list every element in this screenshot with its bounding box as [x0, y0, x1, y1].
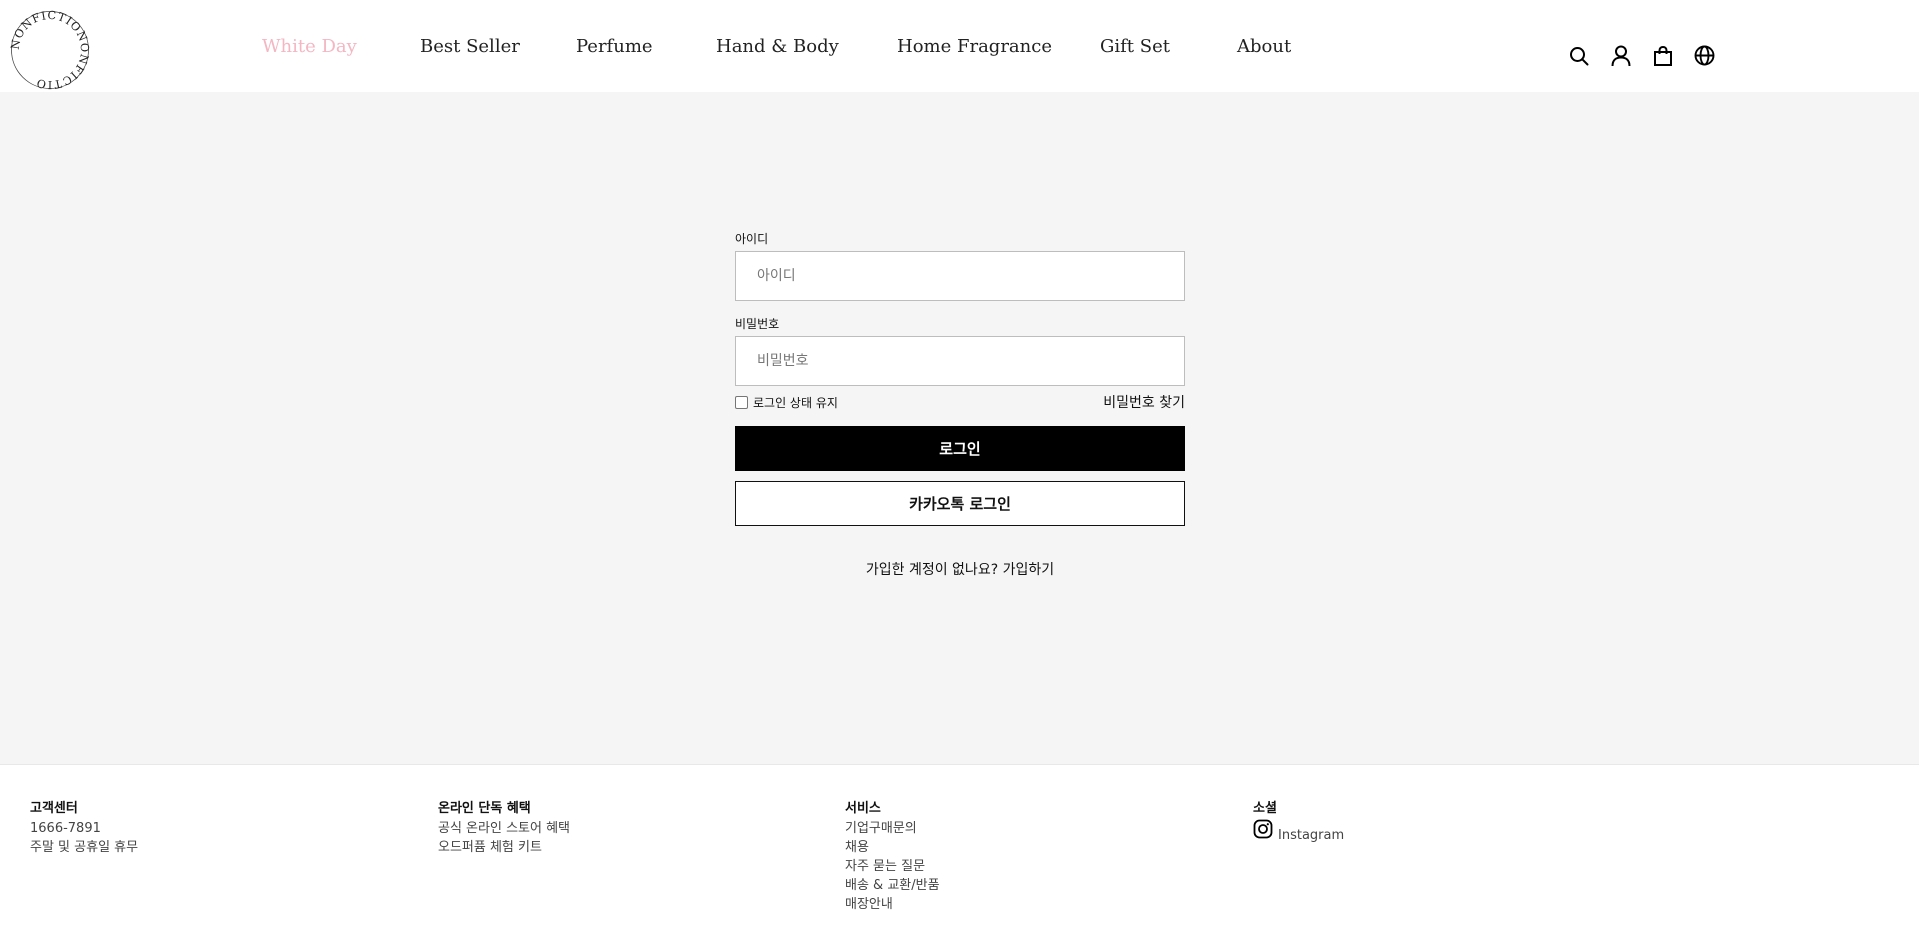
customer-center-hours: 주말 및 공휴일 휴무 — [30, 840, 139, 855]
password-label: 비밀번호 — [735, 317, 780, 331]
signup-link[interactable]: 가입한 계정이 없나요? 가입하기 — [735, 559, 1185, 579]
find-password-link[interactable]: 비밀번호 찾기 — [1103, 392, 1185, 412]
footer-online-benefits: 온라인 단독 혜택 공식 온라인 스토어 혜택 오드퍼퓸 체험 키트 — [438, 797, 570, 857]
login-form: 아이디 비밀번호 로그인 상태 유지 비밀번호 찾기 로그인 카카오톡 로그인 … — [735, 230, 1185, 579]
password-input[interactable] — [757, 353, 1184, 369]
main-nav: White Day Best Seller Perfume Hand & Bod… — [262, 36, 1291, 57]
instagram-link[interactable]: Instagram — [1253, 819, 1344, 843]
nav-home-fragrance[interactable]: Home Fragrance — [897, 36, 1100, 57]
instagram-label: Instagram — [1278, 827, 1345, 843]
footer-social: 소셜 Instagram — [1253, 797, 1344, 843]
header-icons — [1566, 43, 1717, 68]
search-icon[interactable] — [1566, 43, 1591, 68]
login-page: 아이디 비밀번호 로그인 상태 유지 비밀번호 찾기 로그인 카카오톡 로그인 … — [0, 92, 1919, 764]
nav-gift-set[interactable]: Gift Set — [1100, 36, 1237, 57]
kakao-login-button[interactable]: 카카오톡 로그인 — [735, 481, 1185, 526]
id-field-box — [735, 251, 1185, 301]
site-header: NONFICTIONONFICTIO White Day Best Seller… — [0, 0, 1919, 92]
user-icon[interactable] — [1608, 43, 1633, 68]
keep-logged-in-checkbox[interactable] — [735, 395, 748, 409]
footer-services: 서비스 기업구매문의 채용 자주 묻는 질문 배송 & 교환/반품 매장안내 — [845, 797, 940, 914]
nav-about[interactable]: About — [1237, 36, 1291, 57]
instagram-icon — [1253, 819, 1273, 843]
nonfiction-logo[interactable]: NONFICTIONONFICTIO — [9, 9, 91, 91]
customer-center-title: 고객센터 — [30, 801, 78, 816]
customer-center-phone: 1666-7891 — [30, 821, 101, 836]
login-options: 로그인 상태 유지 비밀번호 찾기 — [735, 392, 1185, 412]
nav-hand-body[interactable]: Hand & Body — [716, 36, 897, 57]
site-footer: 고객센터 1666-7891 주말 및 공휴일 휴무 온라인 단독 혜택 공식 … — [0, 764, 1919, 940]
services-item[interactable]: 채용 — [845, 838, 940, 857]
login-button[interactable]: 로그인 — [735, 426, 1185, 471]
password-field-box — [735, 336, 1185, 386]
services-item[interactable]: 자주 묻는 질문 — [845, 857, 940, 876]
nav-white-day[interactable]: White Day — [262, 36, 420, 57]
keep-logged-in: 로그인 상태 유지 — [735, 394, 838, 411]
services-item[interactable]: 배송 & 교환/반품 — [845, 876, 940, 895]
services-item[interactable]: 매장안내 — [845, 895, 940, 914]
online-benefits-item[interactable]: 공식 온라인 스토어 혜택 — [438, 819, 570, 838]
id-label: 아이디 — [735, 232, 769, 246]
services-title: 서비스 — [845, 801, 881, 816]
keep-logged-in-label[interactable]: 로그인 상태 유지 — [753, 394, 838, 411]
globe-icon[interactable] — [1692, 43, 1717, 68]
svg-text:NONFICTIONONFICTIO: NONFICTIONONFICTIO — [10, 10, 90, 90]
footer-customer-center: 고객센터 1666-7891 주말 및 공휴일 휴무 — [30, 797, 138, 857]
services-item[interactable]: 기업구매문의 — [845, 819, 940, 838]
nav-perfume[interactable]: Perfume — [576, 36, 716, 57]
shopping-bag-icon[interactable] — [1650, 43, 1675, 68]
id-input[interactable] — [757, 268, 1184, 284]
social-title: 소셜 — [1253, 801, 1277, 816]
nav-best-seller[interactable]: Best Seller — [420, 36, 576, 57]
online-benefits-item[interactable]: 오드퍼퓸 체험 키트 — [438, 838, 570, 857]
online-benefits-title: 온라인 단독 혜택 — [438, 801, 531, 816]
